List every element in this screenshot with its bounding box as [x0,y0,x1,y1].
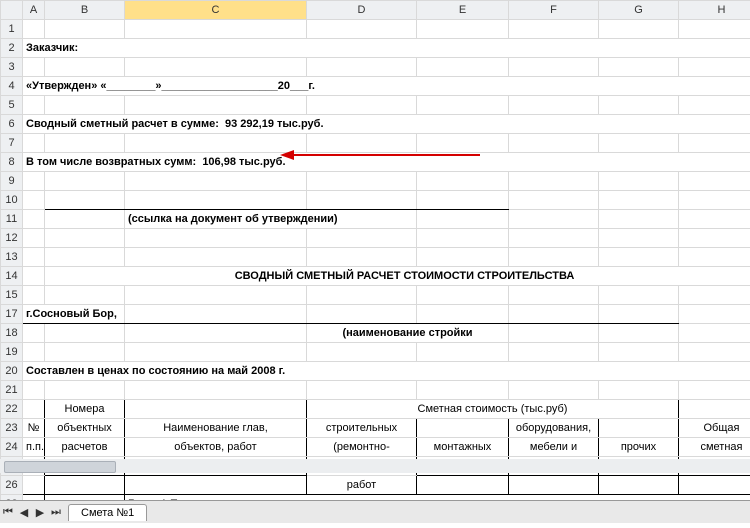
row-header[interactable]: 26 [1,476,23,495]
spreadsheet-grid[interactable]: A B C D E F G H 1 2 Заказчик: 3 4 «Утвер… [0,0,750,500]
th-construction: работ [307,476,417,495]
row-header[interactable]: 18 [1,324,23,343]
row-header[interactable]: 17 [1,305,23,324]
th-numbers: объектных [45,419,125,438]
row-header[interactable]: 1 [1,20,23,39]
sheet-tab[interactable]: Смета №1 [68,504,147,521]
approval-doc-note: (ссылка на документ об утверждении) [125,210,417,229]
row-header[interactable]: 4 [1,77,23,96]
row-header[interactable]: 22 [1,400,23,419]
row-header[interactable]: 12 [1,229,23,248]
city-line: г.Сосновый Бор, [23,305,125,324]
row-header[interactable]: 28 [1,495,23,501]
select-all-corner[interactable] [1,1,23,20]
row-header[interactable]: 6 [1,115,23,134]
row-header[interactable]: 7 [1,134,23,153]
col-header-F[interactable]: F [509,1,599,20]
row-header[interactable]: 24 [1,438,23,457]
tab-nav-next-icon[interactable]: ▶ [32,504,48,520]
col-header-A[interactable]: A [23,1,45,20]
col-header-C[interactable]: C [125,1,307,20]
th-mounting [417,419,509,438]
row-header[interactable]: 2 [1,39,23,58]
chapter-title: Глава 1 Подготовка территории строительс… [125,495,750,501]
row-header[interactable]: 19 [1,343,23,362]
col-header-D[interactable]: D [307,1,417,20]
th-np: п.п. [23,438,45,457]
col-header-B[interactable]: B [45,1,125,20]
row-header[interactable]: 21 [1,381,23,400]
row-header[interactable]: 15 [1,286,23,305]
row-header[interactable]: 11 [1,210,23,229]
th-numbers: расчетов [45,438,125,457]
row-header[interactable]: 9 [1,172,23,191]
th-construction: строительных [307,419,417,438]
row-header[interactable]: 13 [1,248,23,267]
tab-nav-last-icon[interactable]: ⏭ [48,504,64,520]
customer-label: Заказчик: [23,39,750,58]
horizontal-scrollbar[interactable] [0,459,750,473]
th-name: Наименование глав, [125,419,307,438]
th-other: прочих [599,438,679,457]
row-header[interactable]: 14 [1,267,23,286]
tab-nav-prev-icon[interactable]: ◀ [16,504,32,520]
th-mounting: монтажных [417,438,509,457]
scrollbar-thumb[interactable] [4,461,116,473]
row-header[interactable]: 20 [1,362,23,381]
main-title: СВОДНЫЙ СМЕТНЫЙ РАСЧЕТ СТОИМОСТИ СТРОИТЕ… [45,267,750,286]
th-total: сметная [679,438,750,457]
price-basis-line: Составлен в ценах по состоянию на май 20… [23,362,750,381]
col-header-G[interactable]: G [599,1,679,20]
th-cost-group: Сметная стоимость (тыс.руб) [307,400,679,419]
col-header-E[interactable]: E [417,1,509,20]
th-equipment: оборудования, [509,419,599,438]
th-construction: (ремонтно- [307,438,417,457]
th-name: объектов, работ [125,438,307,457]
row-header[interactable]: 3 [1,58,23,77]
row-header[interactable]: 10 [1,191,23,210]
worksheet-area: A B C D E F G H 1 2 Заказчик: 3 4 «Утвер… [0,0,750,500]
col-header-H[interactable]: H [679,1,750,20]
sheet-tab-bar: ⏮ ◀ ▶ ⏭ Смета №1 [0,500,750,523]
return-sum-line: В том числе возвратных сумм: 106,98 тыс.… [23,153,750,172]
th-other [599,419,679,438]
th-np [23,476,45,495]
th-equipment: мебели и [509,438,599,457]
approved-line: «Утвержден» «________»__________________… [23,77,750,96]
row-header[interactable]: 5 [1,96,23,115]
row-header[interactable]: 8 [1,153,23,172]
project-name-note: (наименование стройки [307,324,509,343]
th-name [125,400,307,419]
total-sum-line: Сводный сметный расчет в сумме: 93 292,1… [23,115,750,134]
th-np [23,400,45,419]
th-total: Общая [679,419,750,438]
row-header[interactable]: 23 [1,419,23,438]
th-np: № [23,419,45,438]
tab-nav-first-icon[interactable]: ⏮ [0,504,16,520]
th-numbers: Номера [45,400,125,419]
th-total [679,400,750,419]
